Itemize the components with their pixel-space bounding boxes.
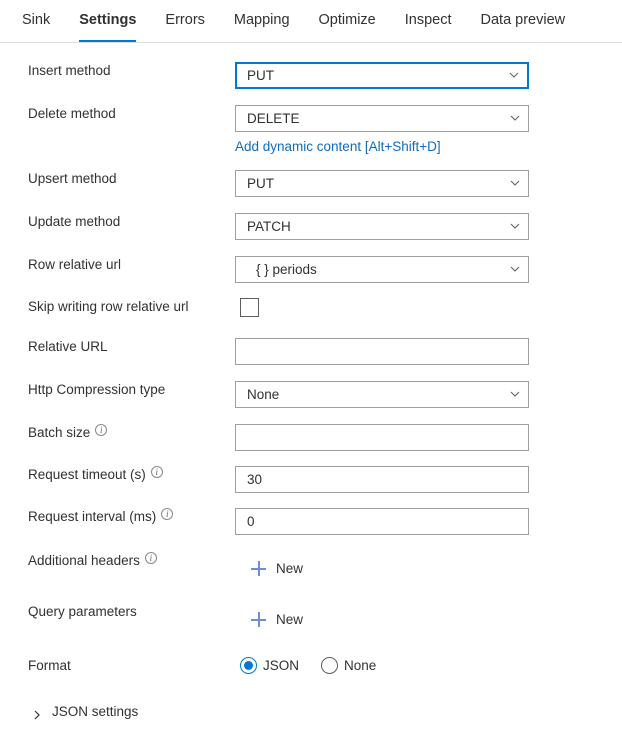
label-http-compression-type: Http Compression type bbox=[0, 381, 235, 398]
delete-method-dropdown[interactable]: DELETE bbox=[235, 105, 529, 132]
format-radio-group: JSON None bbox=[240, 657, 622, 674]
format-label-text: Format bbox=[28, 658, 71, 673]
delete-method-value: DELETE bbox=[247, 111, 300, 126]
settings-form: Insert method PUT Delete method DELETE A… bbox=[0, 43, 622, 726]
request-timeout-value: 30 bbox=[247, 472, 263, 487]
format-option-json-label: JSON bbox=[263, 658, 300, 673]
row-json-settings: JSON settings bbox=[0, 704, 622, 726]
format-option-json[interactable]: JSON bbox=[240, 657, 299, 674]
request-interval-input[interactable]: 0 bbox=[235, 508, 529, 535]
row-additional-headers: Additional headers i New bbox=[0, 551, 622, 581]
radio-unselected-icon bbox=[321, 657, 339, 674]
json-settings-label: JSON settings bbox=[52, 704, 139, 719]
request-interval-value: 0 bbox=[247, 514, 255, 529]
tab-mapping[interactable]: Mapping bbox=[234, 0, 290, 42]
row-relative-url-dropdown[interactable]: { } periods bbox=[235, 256, 529, 283]
relative-url-label-text: Relative URL bbox=[28, 339, 108, 354]
request-interval-label-text: Request interval (ms) bbox=[28, 509, 157, 524]
label-additional-headers: Additional headers i bbox=[0, 551, 235, 569]
label-delete-method: Delete method bbox=[0, 105, 235, 122]
chevron-down-icon bbox=[509, 70, 519, 79]
tab-strip: Sink Settings Errors Mapping Optimize In… bbox=[0, 0, 622, 43]
add-dynamic-content-link[interactable]: Add dynamic content [Alt+Shift+D] bbox=[235, 139, 441, 155]
update-method-value: PATCH bbox=[247, 219, 291, 234]
chevron-down-icon bbox=[510, 264, 520, 273]
chevron-right-icon bbox=[32, 707, 42, 719]
info-icon[interactable]: i bbox=[161, 507, 174, 520]
skip-writing-label-text: Skip writing row relative url bbox=[28, 299, 189, 314]
row-http-compression-type: Http Compression type None bbox=[0, 381, 622, 408]
add-query-parameter-label: New bbox=[276, 612, 304, 627]
upsert-method-value: PUT bbox=[247, 176, 274, 191]
batch-size-input[interactable] bbox=[235, 424, 529, 451]
label-format: Format bbox=[0, 657, 235, 674]
label-batch-size: Batch size i bbox=[0, 423, 235, 441]
tab-errors[interactable]: Errors bbox=[165, 0, 204, 42]
label-request-timeout: Request timeout (s) i bbox=[0, 465, 235, 483]
skip-writing-row-relative-url-checkbox[interactable] bbox=[240, 298, 259, 317]
batch-size-label-text: Batch size bbox=[28, 425, 91, 440]
label-skip-writing-row-relative-url: Skip writing row relative url bbox=[0, 298, 235, 315]
tab-settings[interactable]: Settings bbox=[79, 0, 137, 42]
json-settings-expander[interactable]: JSON settings bbox=[0, 704, 138, 719]
plus-icon bbox=[251, 561, 266, 576]
additional-headers-label-text: Additional headers bbox=[28, 553, 140, 568]
chevron-down-icon bbox=[510, 389, 520, 398]
row-row-relative-url: Row relative url { } periods bbox=[0, 256, 622, 283]
format-option-none-label: None bbox=[344, 658, 377, 673]
add-query-parameter-button[interactable]: New bbox=[249, 610, 307, 629]
http-compression-type-dropdown[interactable]: None bbox=[235, 381, 529, 408]
label-query-parameters: Query parameters bbox=[0, 603, 235, 620]
row-insert-method: Insert method PUT bbox=[0, 62, 622, 89]
tab-optimize[interactable]: Optimize bbox=[319, 0, 376, 42]
info-icon[interactable]: i bbox=[95, 423, 108, 436]
info-icon[interactable]: i bbox=[150, 465, 163, 478]
label-update-method: Update method bbox=[0, 213, 235, 230]
row-update-method: Update method PATCH bbox=[0, 213, 622, 240]
row-relative-url-value: { } periods bbox=[256, 262, 317, 277]
upsert-method-dropdown[interactable]: PUT bbox=[235, 170, 529, 197]
label-row-relative-url: Row relative url bbox=[0, 256, 235, 273]
delete-method-label-text: Delete method bbox=[28, 106, 116, 121]
insert-method-label-text: Insert method bbox=[28, 63, 111, 78]
plus-icon bbox=[251, 612, 266, 627]
info-icon[interactable]: i bbox=[144, 551, 157, 564]
label-relative-url: Relative URL bbox=[0, 338, 235, 355]
add-additional-header-button[interactable]: New bbox=[249, 559, 307, 578]
http-compression-type-label-text: Http Compression type bbox=[28, 382, 166, 397]
row-upsert-method: Upsert method PUT bbox=[0, 170, 622, 197]
label-upsert-method: Upsert method bbox=[0, 170, 235, 187]
tab-sink[interactable]: Sink bbox=[22, 0, 50, 42]
request-timeout-input[interactable]: 30 bbox=[235, 466, 529, 493]
format-option-none[interactable]: None bbox=[321, 657, 376, 674]
update-method-label-text: Update method bbox=[28, 214, 121, 229]
radio-selected-icon bbox=[240, 657, 257, 674]
relative-url-input[interactable] bbox=[235, 338, 529, 365]
row-request-interval: Request interval (ms) i 0 bbox=[0, 507, 622, 535]
label-insert-method: Insert method bbox=[0, 62, 235, 79]
row-request-timeout: Request timeout (s) i 30 bbox=[0, 465, 622, 493]
row-delete-method: Delete method DELETE Add dynamic content… bbox=[0, 105, 622, 156]
tab-inspect[interactable]: Inspect bbox=[405, 0, 452, 42]
add-additional-header-label: New bbox=[276, 561, 304, 576]
chevron-down-icon bbox=[510, 221, 520, 230]
row-skip-writing-row-relative-url: Skip writing row relative url bbox=[0, 298, 622, 320]
http-compression-type-value: None bbox=[247, 387, 280, 402]
upsert-method-label-text: Upsert method bbox=[28, 171, 117, 186]
insert-method-value: PUT bbox=[247, 68, 274, 83]
request-timeout-label-text: Request timeout (s) bbox=[28, 467, 146, 482]
row-format: Format JSON None bbox=[0, 657, 622, 679]
update-method-dropdown[interactable]: PATCH bbox=[235, 213, 529, 240]
row-batch-size: Batch size i bbox=[0, 423, 622, 451]
chevron-down-icon bbox=[510, 113, 520, 122]
tab-data-preview[interactable]: Data preview bbox=[481, 0, 566, 42]
chevron-down-icon bbox=[510, 178, 520, 187]
label-request-interval: Request interval (ms) i bbox=[0, 507, 235, 525]
row-relative-url-label-text: Row relative url bbox=[28, 257, 122, 272]
query-parameters-label-text: Query parameters bbox=[28, 604, 137, 619]
insert-method-dropdown[interactable]: PUT bbox=[235, 62, 529, 89]
row-query-parameters: Query parameters New bbox=[0, 603, 622, 632]
row-relative-url: Relative URL bbox=[0, 338, 622, 365]
